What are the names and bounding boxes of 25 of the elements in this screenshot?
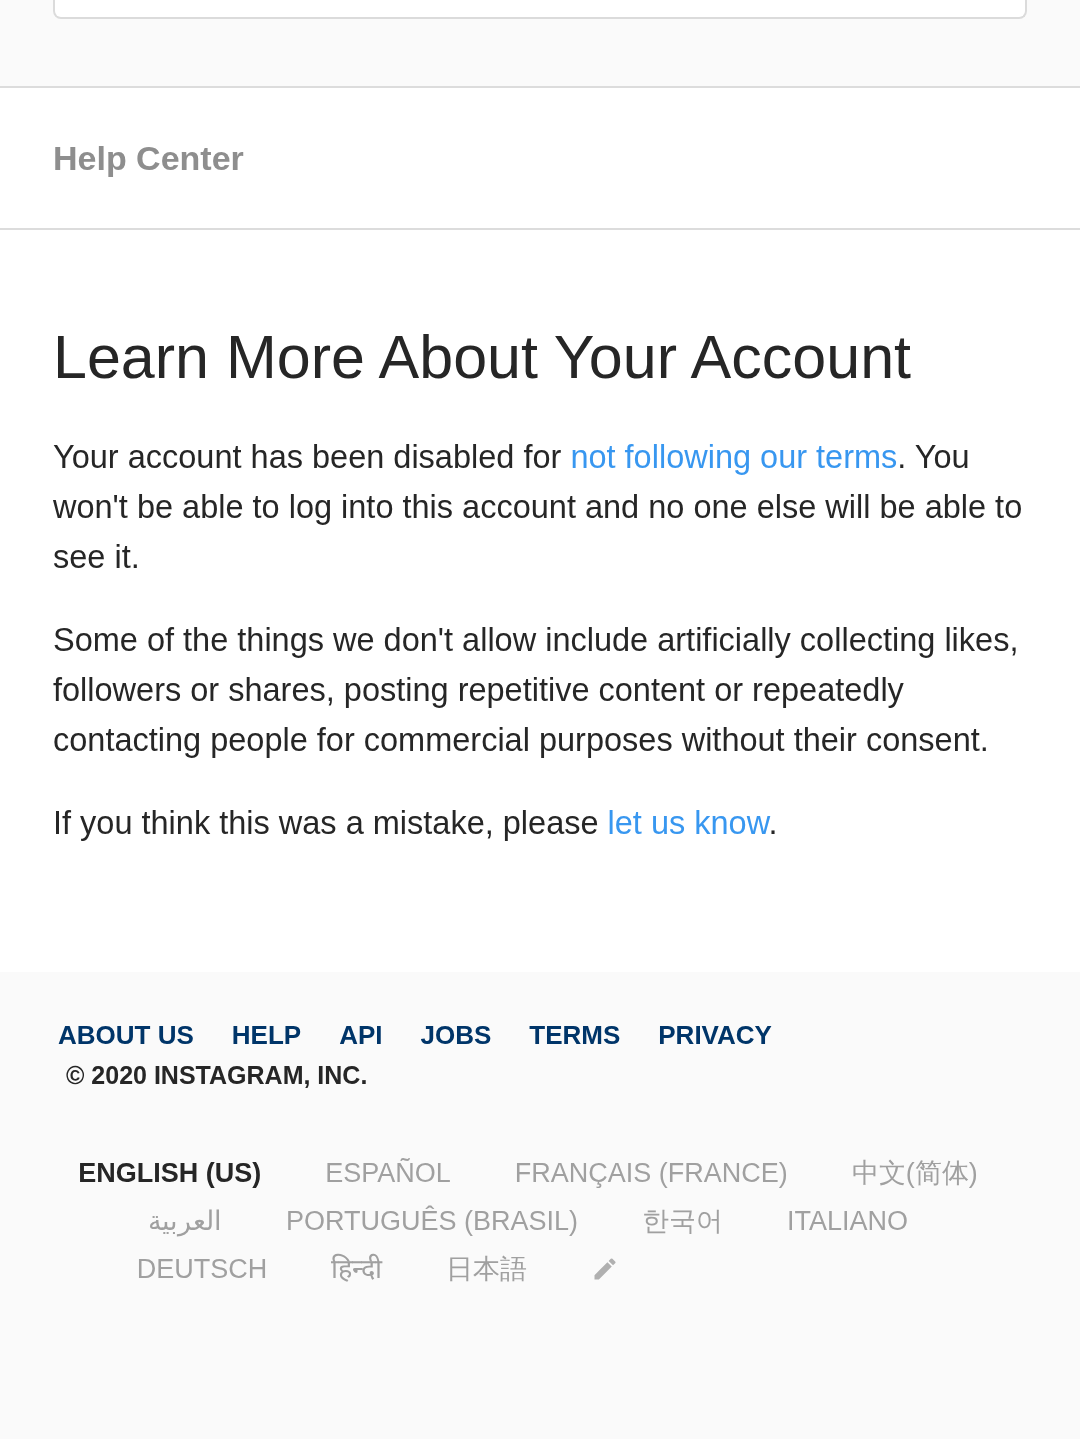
language-link[interactable]: ESPAÑOL [325, 1154, 451, 1192]
language-link[interactable]: PORTUGUÊS (BRASIL) [285, 1202, 578, 1240]
footer-link[interactable]: JOBS [420, 1020, 492, 1051]
copyright: © 2020 INSTAGRAM, INC. [66, 1061, 369, 1090]
language-link[interactable]: العربية [147, 1202, 222, 1240]
language-link[interactable]: 한국어 [642, 1202, 723, 1240]
language-link[interactable]: ENGLISH (US) [78, 1154, 262, 1192]
footer-link[interactable]: API [339, 1020, 383, 1051]
footer-link[interactable]: ABOUT US [58, 1020, 194, 1051]
inline-link[interactable]: let us know [607, 805, 769, 841]
language-link[interactable]: 日本語 [446, 1250, 528, 1288]
language-link[interactable]: हिन्दी [331, 1250, 383, 1288]
language-link[interactable]: DEUTSCH [136, 1250, 268, 1288]
footer-link[interactable]: PRIVACY [658, 1020, 772, 1051]
footer-link[interactable]: HELP [231, 1020, 302, 1051]
inline-link[interactable]: not following our terms [570, 439, 898, 475]
paragraph: If you think this was a mistake, please let us know. [53, 804, 779, 843]
paragraph: Your account has been disabled for not following our terms. You won't be able to log into this account and no one else will be able to see it. [53, 438, 1024, 577]
paragraph: Some of the things we don't allow include artificially collecting likes, followers or shares, posting repetitive content or repeatedly contacting people for commercial purposes without their consent. [53, 621, 1020, 760]
article-title: Learn More About Your Account [53, 322, 913, 392]
language-link[interactable]: 中文(简体) [851, 1154, 978, 1192]
help-center-title: Help Center [53, 138, 244, 178]
language-link[interactable]: FRANÇAIS (FRANCE) [514, 1154, 788, 1192]
footer-link[interactable]: TERMS [529, 1020, 621, 1051]
language-link[interactable]: ITALIANO [787, 1202, 909, 1240]
